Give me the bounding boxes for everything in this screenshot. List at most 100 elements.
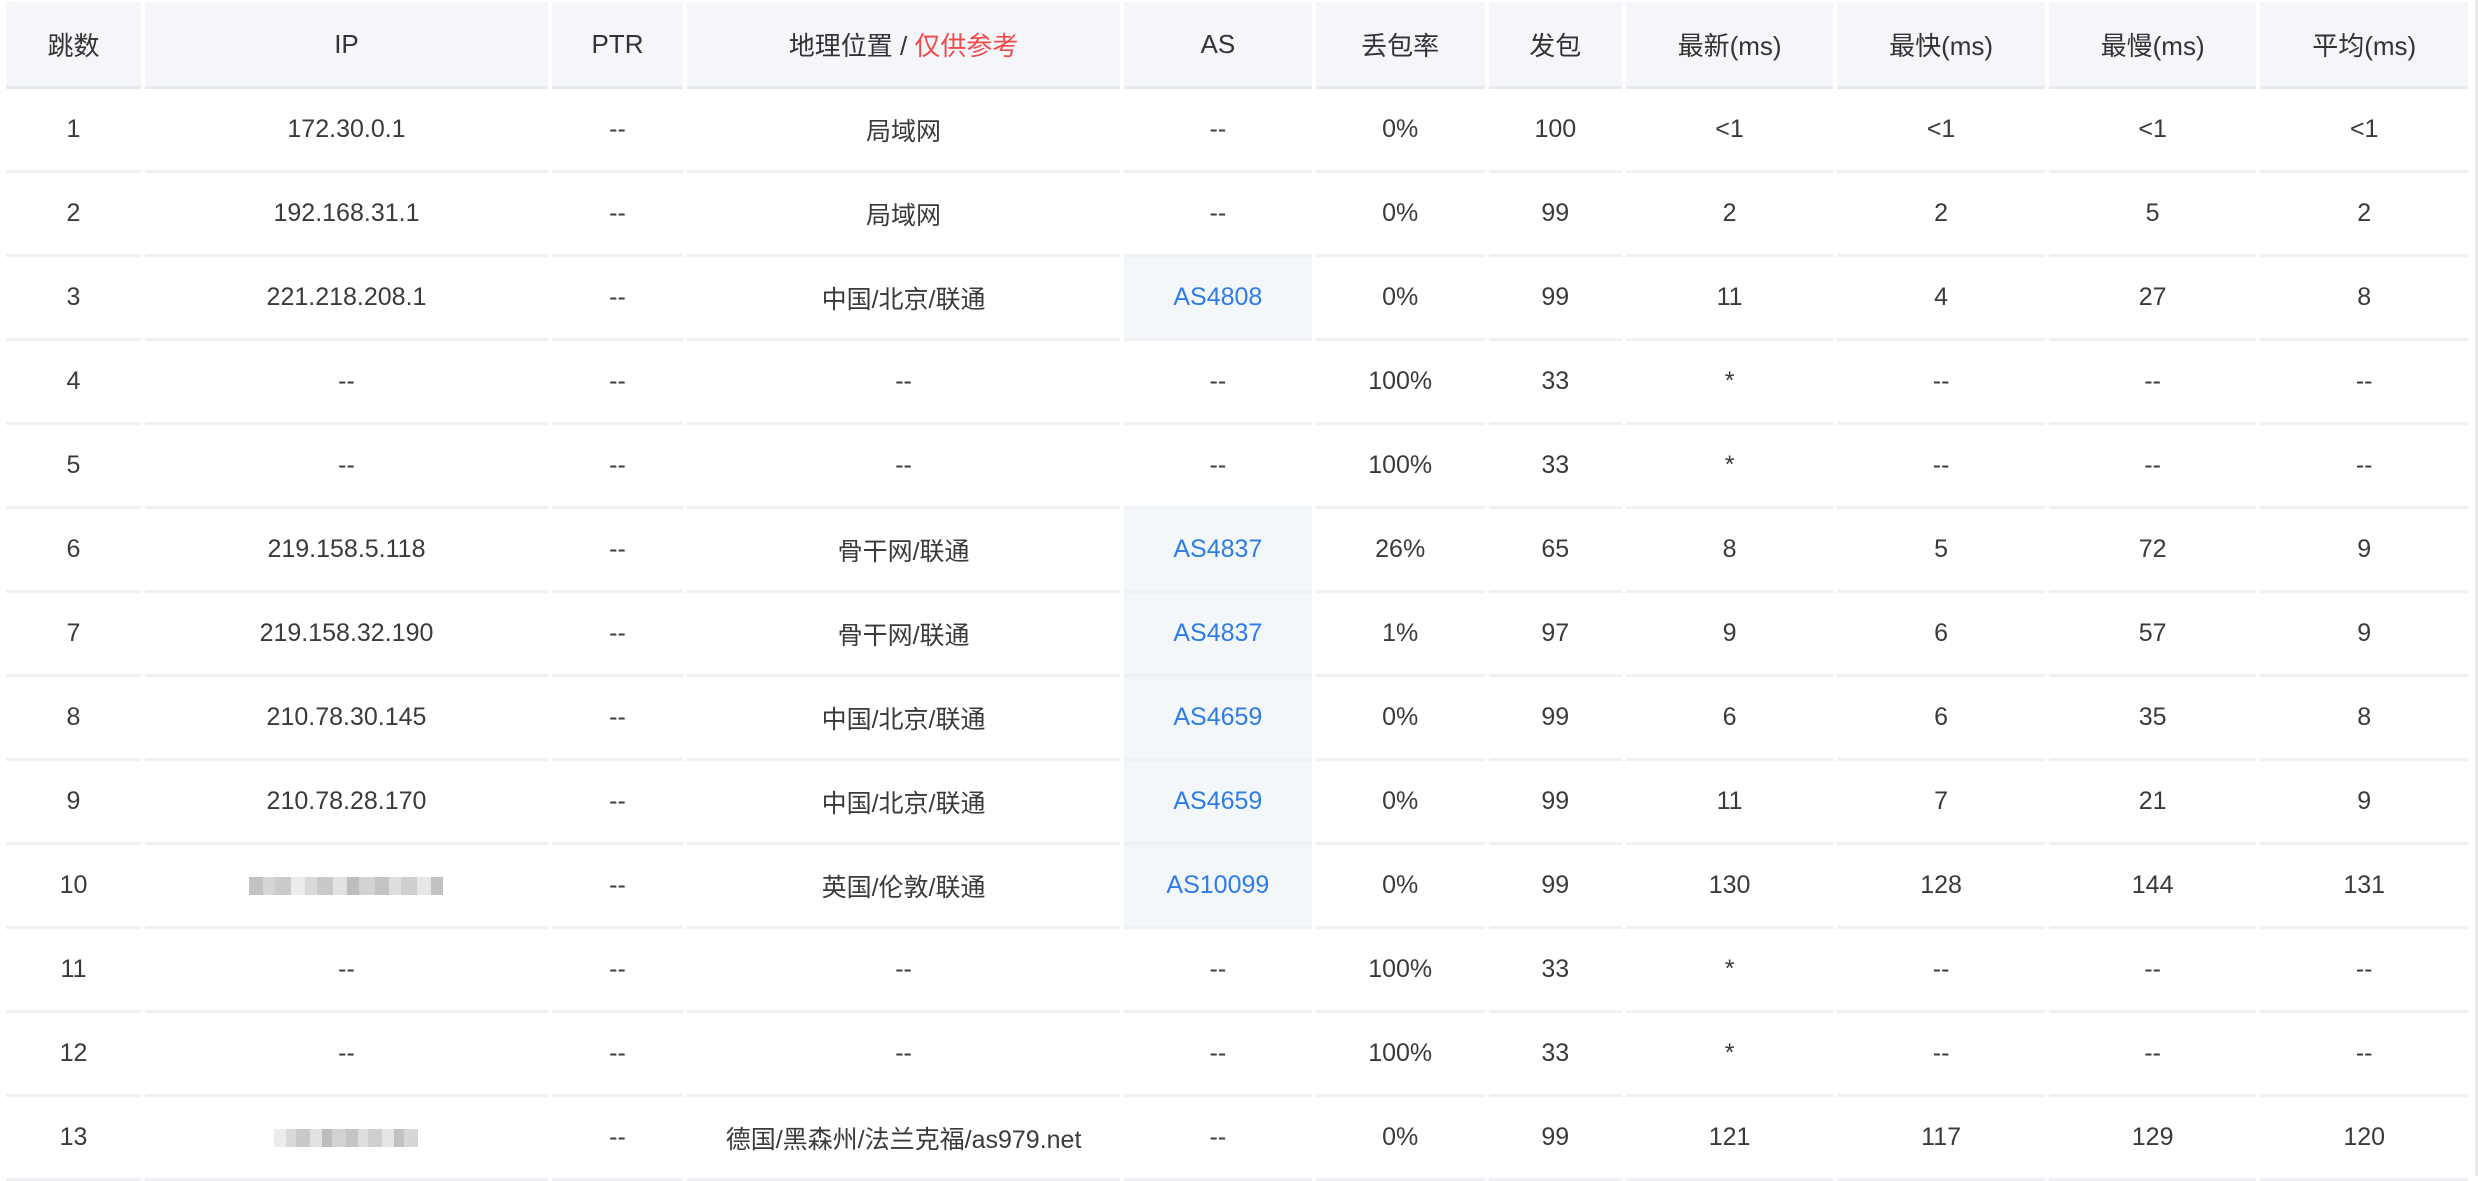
header-ip[interactable]: IP [145, 2, 548, 89]
cell-best: 2 [1837, 173, 2045, 257]
cell-as: AS10099 [1124, 845, 1312, 929]
masked-ip-pixelation [274, 1129, 419, 1148]
cell-as: AS4659 [1124, 677, 1312, 761]
cell-as: -- [1124, 425, 1312, 509]
cell-last: 130 [1625, 845, 1834, 929]
as-link[interactable]: AS4808 [1173, 283, 1262, 311]
cell-ptr: -- [551, 341, 683, 425]
cell-loss: 100% [1315, 341, 1485, 425]
mask-block [310, 1129, 323, 1148]
table-row: 2 192.168.31.1 -- 局域网 -- 0% 99 2 2 5 2 [6, 173, 2468, 257]
cell-hop: 8 [6, 677, 141, 761]
mask-block [296, 1129, 311, 1148]
header-geo-separator: / [899, 30, 908, 61]
as-link[interactable]: AS4837 [1173, 535, 1262, 563]
cell-ip: 210.78.28.170 [145, 761, 548, 845]
cell-last: 2 [1625, 173, 1834, 257]
mask-block [394, 1129, 405, 1148]
cell-as: -- [1124, 929, 1312, 1013]
table-row: 11 -- -- -- -- 100% 33 * -- -- -- [6, 929, 2468, 1013]
as-link[interactable]: AS10099 [1166, 871, 1269, 899]
cell-avg: 2 [2260, 173, 2468, 257]
header-last[interactable]: 最新(ms) [1625, 2, 1834, 89]
mask-block [286, 1129, 297, 1148]
cell-last: <1 [1625, 89, 1834, 173]
cell-ptr: -- [551, 173, 683, 257]
cell-avg: 131 [2260, 845, 2468, 929]
traceroute-table: 跳数 IP PTR 地理位置 / 仅供参考 AS 丢包率 发包 最新(ms) 最… [2, 2, 2472, 1181]
cell-avg: 120 [2260, 1097, 2468, 1181]
cell-ip: -- [145, 929, 548, 1013]
cell-sent: 99 [1488, 173, 1622, 257]
cell-best: 6 [1837, 677, 2045, 761]
cell-hop: 9 [6, 761, 141, 845]
cell-ip: 210.78.30.145 [145, 677, 548, 761]
cell-sent: 33 [1488, 929, 1622, 1013]
cell-ip [145, 1097, 548, 1181]
cell-ip: 219.158.32.190 [145, 593, 548, 677]
as-link[interactable]: AS4659 [1173, 703, 1262, 731]
cell-last: 11 [1625, 761, 1834, 845]
cell-sent: 100 [1488, 89, 1622, 173]
cell-best: -- [1837, 425, 2045, 509]
header-geo-label: 地理位置 [788, 30, 893, 61]
table-row: 7 219.158.32.190 -- 骨干网/联通 AS4837 1% 97 9 6 57 9 [6, 593, 2468, 677]
cell-ptr: -- [551, 89, 683, 173]
table-row: 4 -- -- -- -- 100% 33 * -- -- -- [6, 341, 2468, 425]
cell-geo: 局域网 [686, 173, 1121, 257]
cell-loss: 1% [1315, 593, 1485, 677]
header-geo[interactable]: 地理位置 / 仅供参考 [686, 2, 1121, 89]
cell-ip: 221.218.208.1 [145, 257, 548, 341]
cell-hop: 10 [6, 845, 141, 929]
cell-worst: -- [2048, 1013, 2257, 1097]
header-avg[interactable]: 平均(ms) [2260, 2, 2468, 89]
cell-worst: 72 [2048, 509, 2257, 593]
header-loss[interactable]: 丢包率 [1315, 2, 1485, 89]
header-hop[interactable]: 跳数 [6, 2, 141, 89]
cell-hop: 5 [6, 425, 141, 509]
cell-avg: -- [2260, 929, 2468, 1013]
cell-as: AS4837 [1124, 509, 1312, 593]
cell-geo: 英国/伦敦/联通 [686, 845, 1121, 929]
header-ptr[interactable]: PTR [551, 2, 683, 89]
cell-avg: 8 [2260, 677, 2468, 761]
cell-ip: 219.158.5.118 [145, 509, 548, 593]
cell-ptr: -- [551, 845, 683, 929]
cell-best: 5 [1837, 509, 2045, 593]
cell-geo: -- [686, 341, 1121, 425]
header-sent[interactable]: 发包 [1488, 2, 1622, 89]
header-worst[interactable]: 最慢(ms) [2048, 2, 2257, 89]
cell-ip: -- [145, 1013, 548, 1097]
cell-sent: 33 [1488, 425, 1622, 509]
header-as[interactable]: AS [1124, 2, 1312, 89]
cell-geo: 中国/北京/联通 [686, 677, 1121, 761]
cell-avg: 9 [2260, 761, 2468, 845]
cell-sent: 99 [1488, 845, 1622, 929]
cell-ip: 192.168.31.1 [145, 173, 548, 257]
cell-sent: 33 [1488, 1013, 1622, 1097]
mask-block [431, 877, 444, 896]
cell-worst: <1 [2048, 89, 2257, 173]
cell-loss: 0% [1315, 257, 1485, 341]
cell-geo: 中国/北京/联通 [686, 761, 1121, 845]
mask-block [275, 877, 292, 896]
cell-hop: 12 [6, 1013, 141, 1097]
cell-hop: 13 [6, 1097, 141, 1181]
cell-sent: 99 [1488, 257, 1622, 341]
as-link[interactable]: AS4837 [1173, 619, 1262, 647]
cell-last: 11 [1625, 257, 1834, 341]
mask-block [291, 877, 306, 896]
cell-ptr: -- [551, 509, 683, 593]
header-best[interactable]: 最快(ms) [1837, 2, 2045, 89]
cell-sent: 99 [1488, 677, 1622, 761]
cell-loss: 0% [1315, 1097, 1485, 1181]
cell-worst: -- [2048, 425, 2257, 509]
cell-last: 9 [1625, 593, 1834, 677]
cell-ptr: -- [551, 761, 683, 845]
cell-best: 117 [1837, 1097, 2045, 1181]
mask-block [359, 877, 376, 896]
as-link[interactable]: AS4659 [1173, 787, 1262, 815]
header-row: 跳数 IP PTR 地理位置 / 仅供参考 AS 丢包率 发包 最新(ms) 最… [6, 2, 2468, 89]
mask-block [317, 877, 334, 896]
table-row: 5 -- -- -- -- 100% 33 * -- -- -- [6, 425, 2468, 509]
